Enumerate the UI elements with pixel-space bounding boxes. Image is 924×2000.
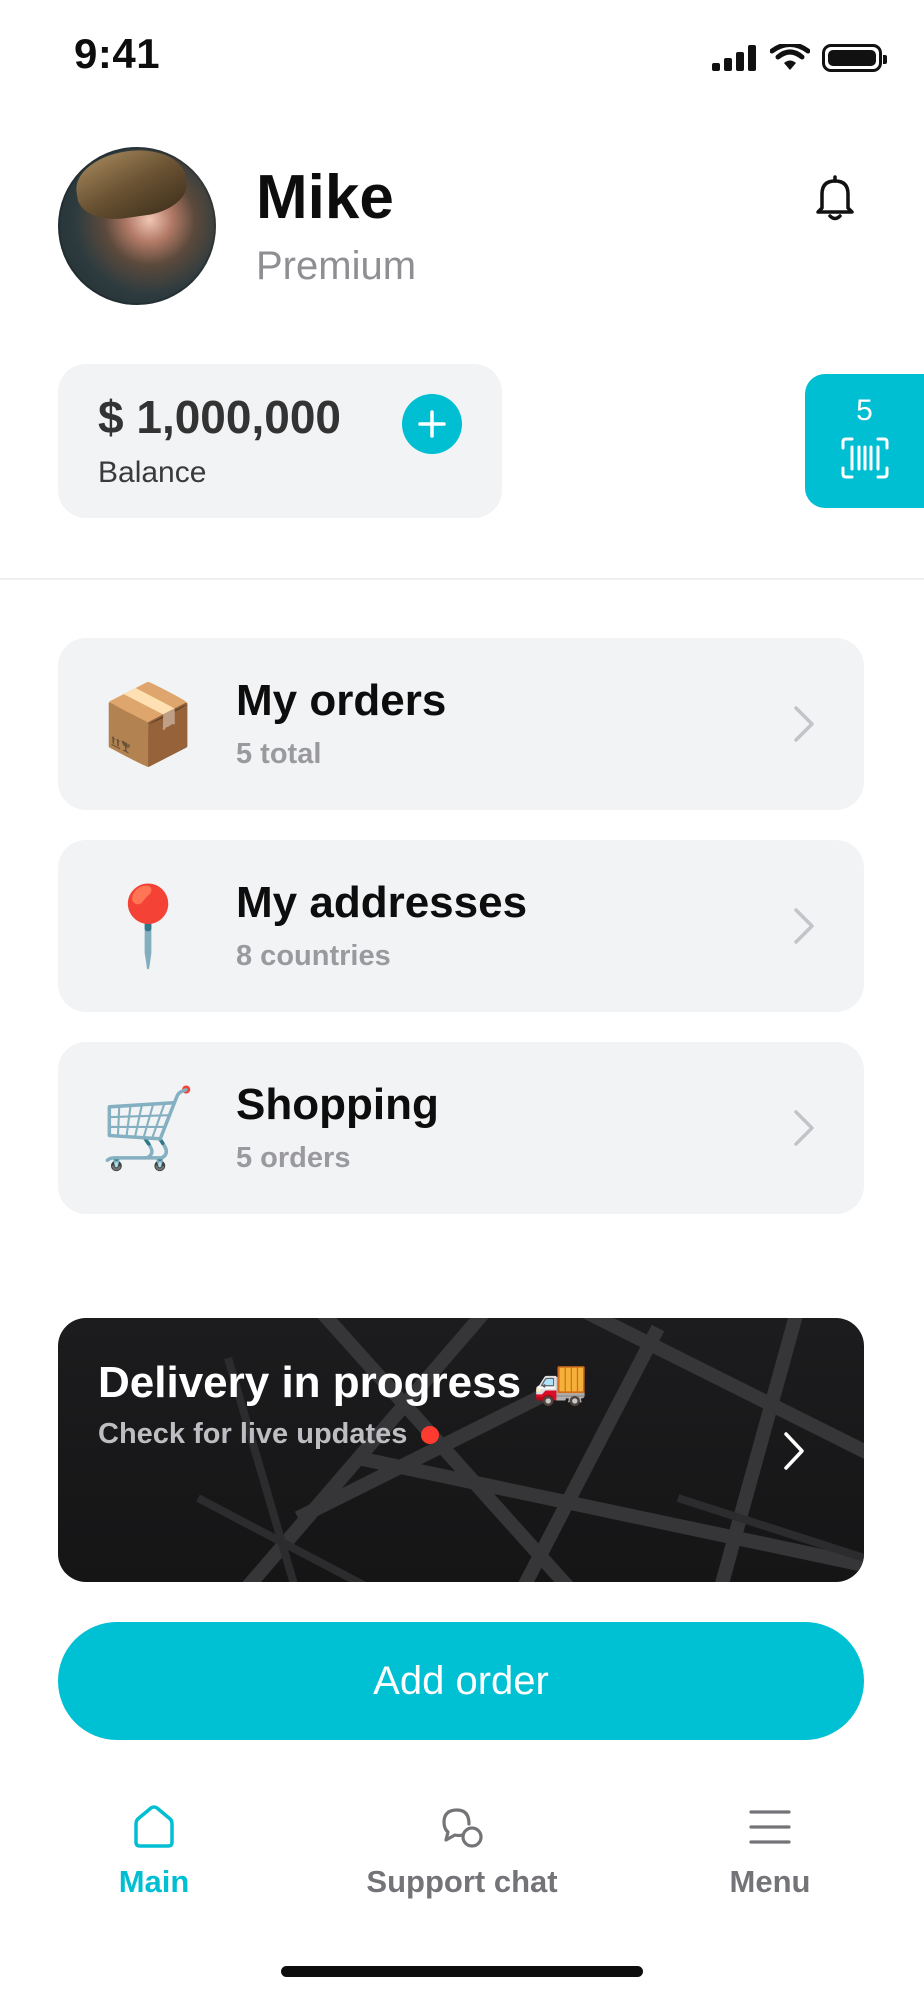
status-icons <box>712 44 887 72</box>
bell-icon[interactable] <box>810 172 860 222</box>
coupon-count: 5 <box>856 394 873 427</box>
balance-amount: $ 1,000,000 <box>98 391 342 443</box>
home-icon <box>134 1805 174 1848</box>
menu-item-title: My orders <box>236 676 447 725</box>
menu-item-shopping[interactable]: 🛒 Shopping 5 orders <box>58 1042 864 1214</box>
balance-label: Balance <box>98 456 207 489</box>
add-balance-button[interactable] <box>402 394 462 454</box>
profile-name: Mike <box>256 163 394 232</box>
menu-item-subtitle: 5 orders <box>236 1142 351 1174</box>
divider <box>0 578 924 580</box>
home-indicator <box>281 1966 643 1977</box>
avatar[interactable] <box>58 147 216 305</box>
nav-support-chat[interactable]: Support chat <box>312 1800 612 1900</box>
coupon-tab[interactable]: 5 <box>805 374 924 508</box>
profile-tier: Premium <box>256 244 417 288</box>
delivery-subtitle: Check for live updates <box>98 1418 440 1451</box>
nav-main[interactable]: Main <box>4 1800 304 1900</box>
chevron-right-icon <box>794 1110 814 1146</box>
battery-icon <box>822 44 887 72</box>
chevron-right-icon <box>794 908 814 944</box>
menu-item-title: My addresses <box>236 878 528 927</box>
nav-menu[interactable]: Menu <box>620 1800 920 1900</box>
nav-label: Menu <box>729 1864 811 1899</box>
menu-icon <box>749 1810 791 1844</box>
menu-item-subtitle: 5 total <box>236 738 322 770</box>
balance-card[interactable]: $ 1,000,000 Balance <box>58 364 502 518</box>
package-icon: 📦 <box>99 680 197 768</box>
chat-icon <box>442 1808 483 1848</box>
nav-label: Main <box>118 1864 190 1899</box>
barcode-icon <box>841 437 888 479</box>
pin-icon: 📍 <box>99 882 197 970</box>
menu-item-addresses[interactable]: 📍 My addresses 8 countries <box>58 840 864 1012</box>
delivery-title: Delivery in progress 🚚 <box>98 1358 589 1407</box>
signal-icon <box>712 45 756 71</box>
menu-item-title: Shopping <box>236 1080 439 1129</box>
menu-item-orders[interactable]: 📦 My orders 5 total <box>58 638 864 810</box>
cart-icon: 🛒 <box>99 1084 197 1172</box>
delivery-subtitle-text: Check for live updates <box>98 1418 408 1450</box>
plus-icon <box>418 410 446 438</box>
nav-label: Support chat <box>366 1864 558 1899</box>
add-order-button[interactable]: Add order <box>58 1622 864 1740</box>
chevron-right-icon <box>794 706 814 742</box>
menu-item-subtitle: 8 countries <box>236 940 391 972</box>
delivery-banner[interactable]: Delivery in progress 🚚 Check for live up… <box>58 1318 864 1582</box>
status-time: 9:41 <box>74 30 161 77</box>
chevron-right-icon <box>784 1432 804 1470</box>
wifi-icon <box>770 44 810 70</box>
live-indicator <box>421 1425 440 1444</box>
